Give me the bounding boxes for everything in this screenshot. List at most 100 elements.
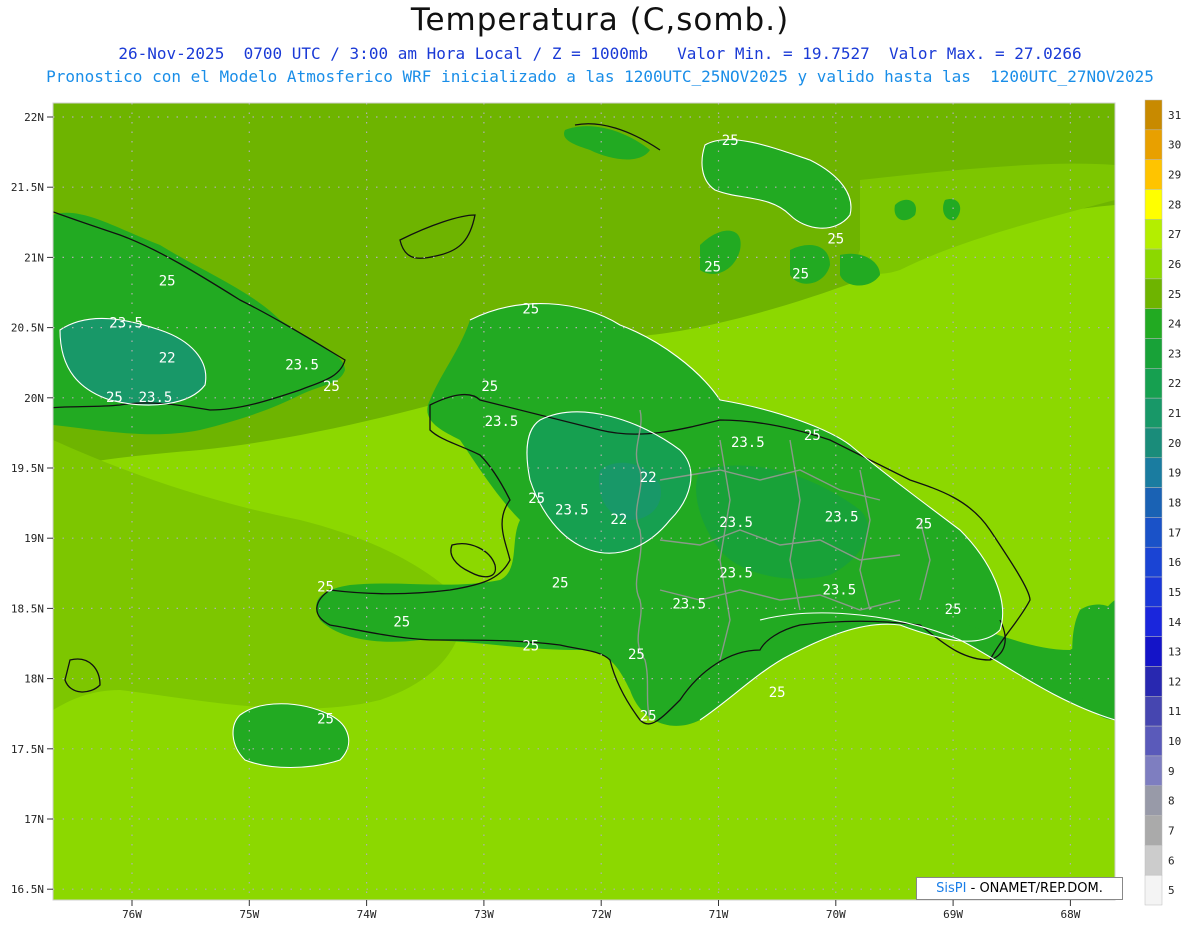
colorbar-swatch <box>1144 845 1163 876</box>
contour-label: 23.5 <box>719 566 753 582</box>
contour-label: 23.5 <box>719 515 753 531</box>
colorbar-swatch <box>1144 666 1163 697</box>
contour-label: 25 <box>522 302 539 318</box>
contour-label: 25 <box>769 685 786 701</box>
colorbar-swatch <box>1144 874 1163 906</box>
lon-label: 70W <box>826 908 846 921</box>
contour-label: 25 <box>317 580 334 596</box>
contour-label: 25 <box>106 390 123 406</box>
longitude-labels: 76W 75W 74W 73W 72W 71W 70W 69W 68W <box>122 900 1081 921</box>
colorbar-label: 15 <box>1168 586 1181 599</box>
map-field: 25 25 25 25 25 23.5 22 23.5 25 25 23.5 25 25 23.5 25 23… <box>53 103 1115 900</box>
contour-label: 25 <box>722 133 739 149</box>
lat-label: 21.5N <box>11 181 44 194</box>
lon-label: 74W <box>357 908 377 921</box>
colorbar-label: 18 <box>1168 497 1181 510</box>
colorbar-label: 11 <box>1168 705 1181 718</box>
colorbar-swatch <box>1144 606 1163 637</box>
colorbar-label: 22 <box>1168 377 1181 390</box>
contour-label: 23.5 <box>672 596 706 612</box>
contour-label: 25 <box>552 575 569 591</box>
colorbar-swatch <box>1144 308 1163 339</box>
colorbar-label: 12 <box>1168 675 1181 688</box>
lon-label: 73W <box>474 908 494 921</box>
contour-label: 23.5 <box>822 582 856 598</box>
colorbar-label: 19 <box>1168 467 1181 480</box>
lon-label: 76W <box>122 908 142 921</box>
colorbar-label: 5 <box>1168 884 1175 897</box>
temperature-map: 25 25 25 25 25 23.5 22 23.5 25 25 23.5 25 25 23.5 25 23… <box>11 99 1182 921</box>
contour-label: 25 <box>393 615 410 631</box>
colorbar-swatch <box>1144 696 1163 727</box>
lat-label: 16.5N <box>11 883 44 896</box>
contour-label: 25 <box>317 712 334 728</box>
colorbar-label: 30 <box>1168 139 1181 152</box>
colorbar-swatch <box>1144 487 1163 518</box>
lat-label: 18.5N <box>11 602 44 615</box>
contour-label: 23.5 <box>825 509 859 525</box>
contour-label: 25 <box>159 273 176 289</box>
colorbar-label: 31 <box>1168 109 1181 122</box>
colorbar-label: 8 <box>1168 795 1175 808</box>
colorbar-label: 29 <box>1168 169 1181 182</box>
credit-box: SisPI - ONAMET/REP.DOM. <box>916 877 1123 900</box>
contour-label: 25 <box>945 602 962 618</box>
lon-label: 69W <box>943 908 963 921</box>
colorbar-swatch <box>1144 278 1163 309</box>
contour-label: 25 <box>522 639 539 655</box>
colorbar-label: 14 <box>1168 616 1182 629</box>
contour-label: 22 <box>159 351 176 367</box>
credit-text: - ONAMET/REP.DOM. <box>966 881 1103 896</box>
colorbar-swatch <box>1144 815 1163 846</box>
contour-label: 23.5 <box>285 358 319 374</box>
lat-label: 19N <box>24 532 44 545</box>
colorbar-swatch <box>1144 457 1163 488</box>
lat-label: 17.5N <box>11 743 44 756</box>
colorbar-label: 20 <box>1168 437 1181 450</box>
contour-label: 25 <box>804 428 821 444</box>
colorbar-swatch <box>1144 725 1163 757</box>
lat-label: 20N <box>24 392 44 405</box>
colorbar-label: 27 <box>1168 228 1181 241</box>
contour-label: 23.5 <box>109 316 143 332</box>
contour-label: 25 <box>528 491 545 507</box>
colorbar-swatch <box>1144 427 1163 459</box>
colorbar-swatch <box>1144 99 1163 131</box>
colorbar-label: 21 <box>1168 407 1181 420</box>
colorbar-label: 23 <box>1168 347 1181 360</box>
contour-label: 25 <box>792 266 809 282</box>
colorbar-swatch <box>1144 189 1163 220</box>
contour-label: 25 <box>481 379 498 395</box>
contour-label: 22 <box>640 470 657 486</box>
lat-label: 21N <box>24 251 44 264</box>
colorbar-swatch <box>1144 397 1163 429</box>
contour-label: 22 <box>610 512 627 528</box>
colorbar-swatch <box>1144 517 1163 548</box>
colorbar-label: 16 <box>1168 556 1181 569</box>
contour-label: 25 <box>827 231 844 247</box>
colorbar-label: 9 <box>1168 765 1175 778</box>
contour-label: 23.5 <box>731 435 765 451</box>
colorbar-swatch <box>1144 546 1163 578</box>
colorbar-label: 25 <box>1168 288 1181 301</box>
lat-label: 22N <box>24 111 44 124</box>
colorbar-label: 6 <box>1168 854 1175 867</box>
contour-label: 25 <box>704 259 721 275</box>
colorbar-label: 10 <box>1168 735 1181 748</box>
contour-label: 23.5 <box>485 414 519 430</box>
contour-label: 23.5 <box>139 390 173 406</box>
contour-label: 25 <box>628 647 645 663</box>
colorbar-swatch <box>1144 219 1163 250</box>
lat-label: 20.5N <box>11 322 44 335</box>
colorbar-label: 24 <box>1168 318 1182 331</box>
colorbar-swatch <box>1144 368 1163 399</box>
colorbar-swatch <box>1144 636 1163 667</box>
lat-label: 17N <box>24 813 44 826</box>
lat-label: 19.5N <box>11 462 44 475</box>
colorbar-swatch <box>1144 248 1163 280</box>
colorbar-label: 7 <box>1168 824 1175 837</box>
colorbar-swatch <box>1144 159 1163 190</box>
lat-label: 18N <box>24 673 44 686</box>
lon-label: 72W <box>591 908 611 921</box>
colorbar-swatch <box>1144 785 1163 816</box>
